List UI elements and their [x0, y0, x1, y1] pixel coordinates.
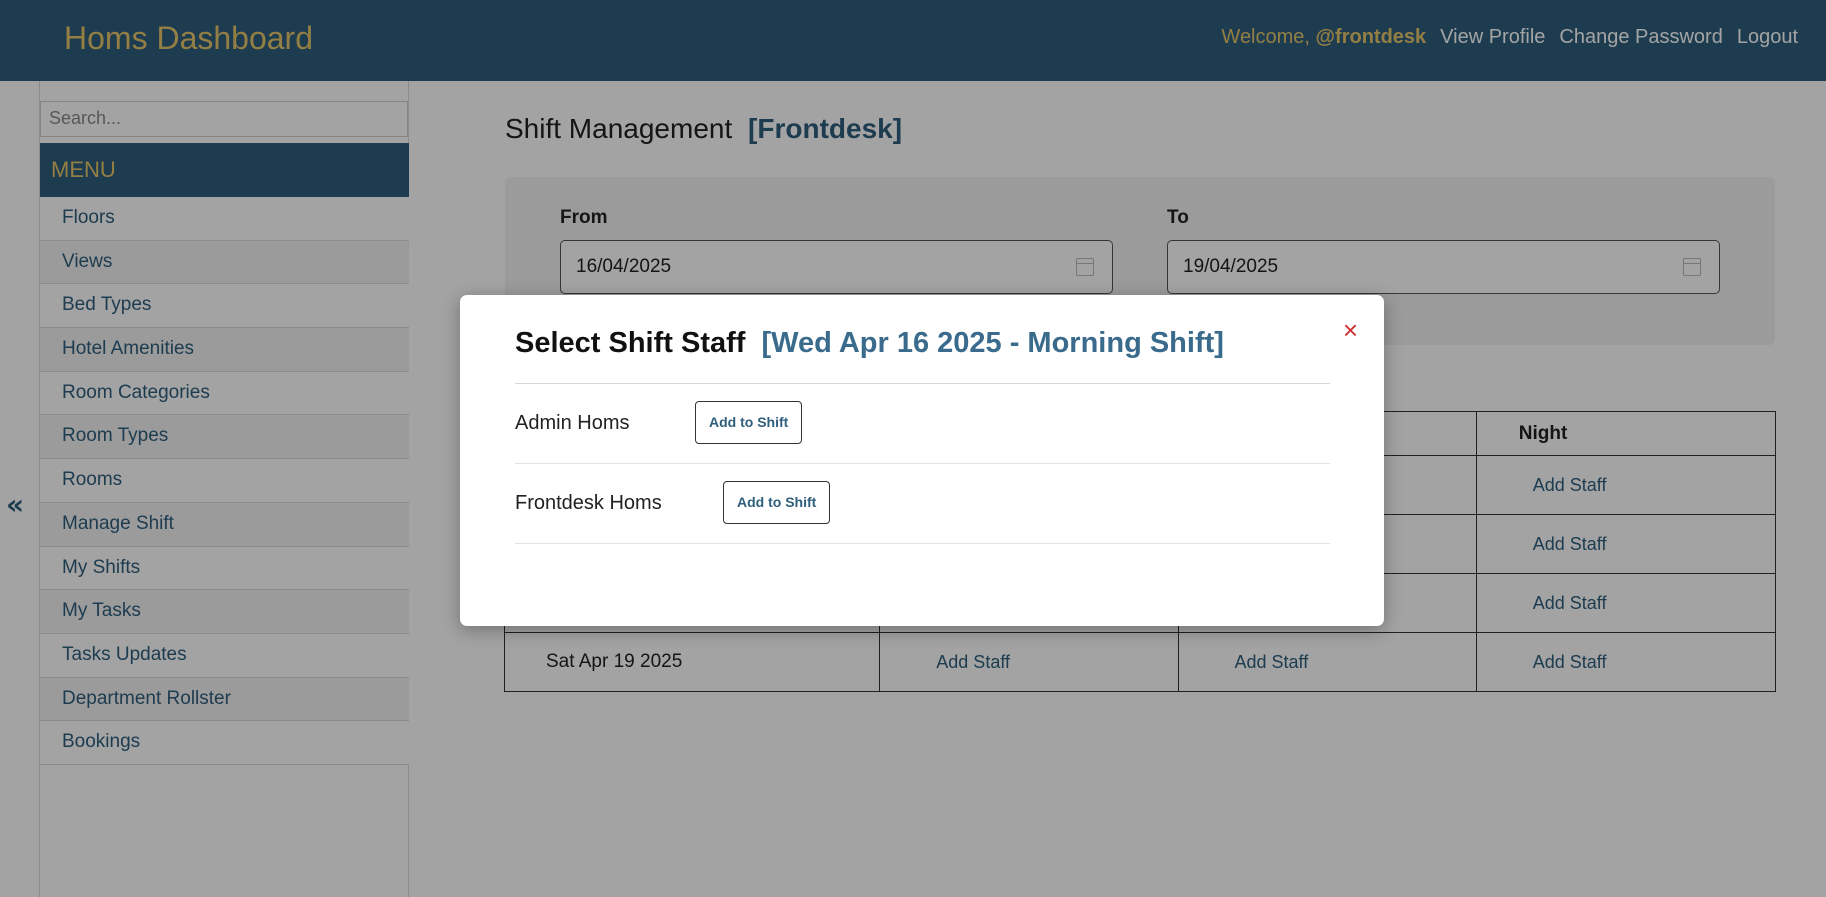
add-to-shift-button[interactable]: Add to Shift — [695, 401, 803, 444]
staff-row: Admin Homs Add to Shift — [515, 384, 1330, 464]
staff-name: Frontdesk Homs — [515, 492, 662, 514]
modal-title-text: Select Shift Staff — [515, 327, 746, 359]
modal-subtitle: [Wed Apr 16 2025 - Morning Shift] — [761, 327, 1224, 359]
staff-row: Frontdesk Homs Add to Shift — [515, 464, 1330, 544]
modal-title: Select Shift Staff [Wed Apr 16 2025 - Mo… — [515, 327, 1224, 360]
select-shift-staff-modal: Select Shift Staff [Wed Apr 16 2025 - Mo… — [460, 295, 1384, 626]
staff-name: Admin Homs — [515, 412, 630, 434]
add-to-shift-button[interactable]: Add to Shift — [723, 481, 831, 524]
close-icon[interactable]: × — [1343, 315, 1358, 346]
